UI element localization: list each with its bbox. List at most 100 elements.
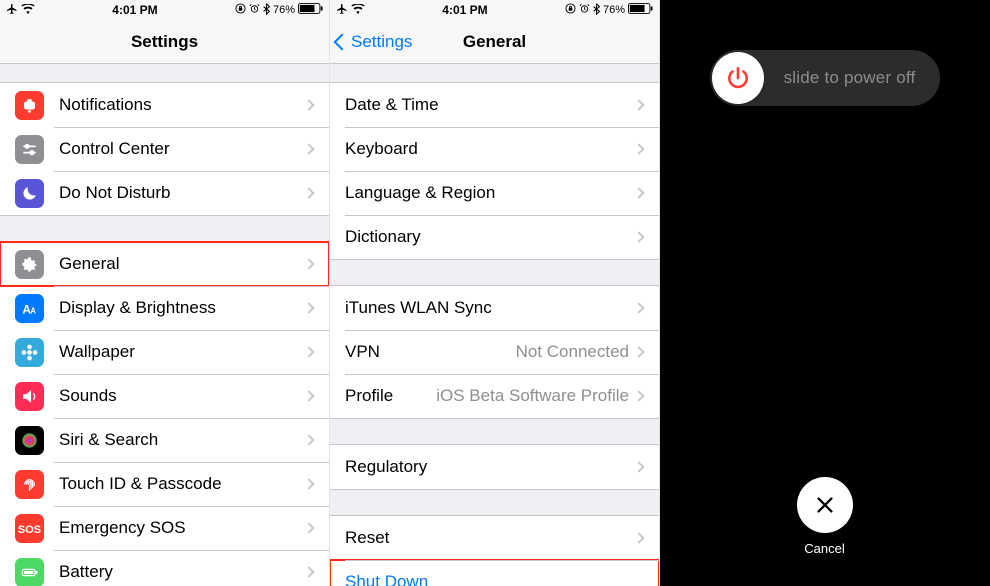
battery-icon bbox=[628, 3, 653, 17]
chevron-right-icon bbox=[633, 99, 644, 110]
chevron-right-icon bbox=[633, 143, 644, 154]
chevron-right-icon bbox=[633, 390, 644, 401]
moon-icon bbox=[15, 179, 44, 208]
chevron-right-icon bbox=[303, 302, 314, 313]
chevron-right-icon bbox=[633, 187, 644, 198]
page-title: Settings bbox=[131, 32, 198, 52]
chevron-right-icon bbox=[303, 566, 314, 577]
pane-poweroff: slide to power off Cancel bbox=[660, 0, 990, 586]
back-label: Settings bbox=[351, 32, 412, 52]
row-label: Notifications bbox=[59, 95, 152, 115]
row-label: Control Center bbox=[59, 139, 170, 159]
row-sounds[interactable]: Sounds bbox=[0, 374, 329, 418]
lock-rotation-icon bbox=[565, 3, 576, 17]
row-profile[interactable]: Profile iOS Beta Software Profile bbox=[330, 374, 659, 418]
row-label: Touch ID & Passcode bbox=[59, 474, 222, 494]
chevron-right-icon bbox=[633, 532, 644, 543]
chevron-right-icon bbox=[303, 99, 314, 110]
gear-icon bbox=[15, 250, 44, 279]
text-size-icon: AA bbox=[15, 294, 44, 323]
row-label: Sounds bbox=[59, 386, 117, 406]
page-title: General bbox=[463, 32, 526, 52]
chevron-right-icon bbox=[303, 143, 314, 154]
chevron-right-icon bbox=[303, 478, 314, 489]
chevron-right-icon bbox=[633, 302, 644, 313]
power-off-knob[interactable] bbox=[712, 52, 764, 104]
row-display[interactable]: AA Display & Brightness bbox=[0, 286, 329, 330]
slider-label: slide to power off bbox=[770, 68, 930, 88]
row-label: Dictionary bbox=[345, 227, 421, 247]
cancel-button[interactable] bbox=[797, 477, 853, 533]
close-icon bbox=[814, 494, 836, 516]
row-label: Emergency SOS bbox=[59, 518, 186, 538]
row-date-time[interactable]: Date & Time bbox=[330, 83, 659, 127]
row-label: Wallpaper bbox=[59, 342, 135, 362]
row-label: Battery bbox=[59, 562, 113, 582]
chevron-left-icon bbox=[334, 33, 351, 50]
row-wallpaper[interactable]: Wallpaper bbox=[0, 330, 329, 374]
battery-icon bbox=[298, 3, 323, 17]
row-keyboard[interactable]: Keyboard bbox=[330, 127, 659, 171]
bluetooth-icon bbox=[593, 3, 600, 18]
power-off-slider[interactable]: slide to power off bbox=[710, 50, 940, 106]
fingerprint-icon bbox=[15, 470, 44, 499]
airplane-icon bbox=[336, 3, 348, 18]
chevron-right-icon bbox=[303, 522, 314, 533]
svg-text:SOS: SOS bbox=[18, 524, 41, 536]
chevron-right-icon bbox=[633, 231, 644, 242]
row-siri[interactable]: Siri & Search bbox=[0, 418, 329, 462]
bell-icon bbox=[15, 91, 44, 120]
chevron-right-icon bbox=[303, 258, 314, 269]
row-label: Date & Time bbox=[345, 95, 439, 115]
row-label: Regulatory bbox=[345, 457, 427, 477]
bluetooth-icon bbox=[263, 3, 270, 18]
chevron-right-icon bbox=[303, 434, 314, 445]
row-notifications[interactable]: Notifications bbox=[0, 83, 329, 127]
row-language[interactable]: Language & Region bbox=[330, 171, 659, 215]
row-label: Shut Down bbox=[345, 572, 428, 586]
row-sos[interactable]: SOS Emergency SOS bbox=[0, 506, 329, 550]
row-label: Profile bbox=[345, 386, 393, 406]
pane-settings: 4:01 PM 76% Settings Notifications Contro… bbox=[0, 0, 330, 586]
row-label: iTunes WLAN Sync bbox=[345, 298, 492, 318]
status-time: 4:01 PM bbox=[442, 3, 487, 17]
chevron-right-icon bbox=[303, 346, 314, 357]
battery-icon bbox=[15, 558, 44, 586]
power-icon bbox=[725, 65, 751, 91]
row-general[interactable]: General bbox=[0, 242, 329, 286]
row-reset[interactable]: Reset bbox=[330, 516, 659, 560]
status-time: 4:01 PM bbox=[112, 3, 157, 17]
navbar-settings: Settings bbox=[0, 20, 329, 64]
lock-rotation-icon bbox=[235, 3, 246, 17]
row-label: Display & Brightness bbox=[59, 298, 216, 318]
chevron-right-icon bbox=[303, 390, 314, 401]
row-vpn[interactable]: VPNNot Connected bbox=[330, 330, 659, 374]
sliders-icon bbox=[15, 135, 44, 164]
row-detail: iOS Beta Software Profile bbox=[436, 386, 629, 406]
flower-icon bbox=[15, 338, 44, 367]
row-shutdown[interactable]: Shut Down bbox=[330, 560, 659, 586]
chevron-right-icon bbox=[633, 461, 644, 472]
status-bar: 4:01 PM 76% bbox=[330, 0, 659, 20]
row-dictionary[interactable]: Dictionary bbox=[330, 215, 659, 259]
row-control-center[interactable]: Control Center bbox=[0, 127, 329, 171]
wifi-icon bbox=[21, 4, 35, 17]
status-bar: 4:01 PM 76% bbox=[0, 0, 329, 20]
row-do-not-disturb[interactable]: Do Not Disturb bbox=[0, 171, 329, 215]
row-label: Language & Region bbox=[345, 183, 495, 203]
back-button[interactable]: Settings bbox=[336, 32, 412, 52]
row-itunes-sync[interactable]: iTunes WLAN Sync bbox=[330, 286, 659, 330]
navbar-general: Settings General bbox=[330, 20, 659, 64]
row-battery[interactable]: Battery bbox=[0, 550, 329, 586]
airplane-icon bbox=[6, 3, 18, 18]
row-label: Reset bbox=[345, 528, 389, 548]
row-label: Siri & Search bbox=[59, 430, 158, 450]
siri-icon bbox=[15, 426, 44, 455]
wifi-icon bbox=[351, 4, 365, 17]
row-touchid[interactable]: Touch ID & Passcode bbox=[0, 462, 329, 506]
row-label: VPN bbox=[345, 342, 380, 362]
alarm-icon bbox=[579, 3, 590, 17]
row-regulatory[interactable]: Regulatory bbox=[330, 445, 659, 489]
alarm-icon bbox=[249, 3, 260, 17]
row-label: Do Not Disturb bbox=[59, 183, 170, 203]
